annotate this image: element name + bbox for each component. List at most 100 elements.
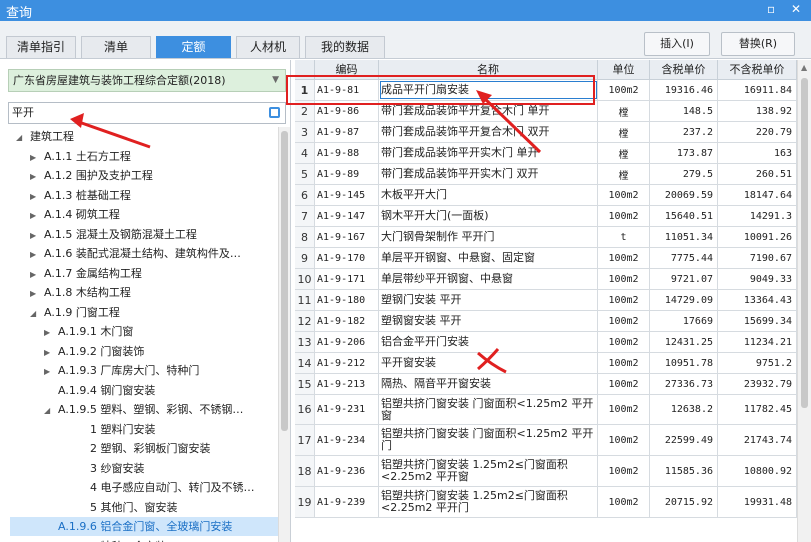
unit-cell[interactable]: 100m2 <box>598 206 650 226</box>
price-tax-cell[interactable]: 7775.44 <box>650 248 718 268</box>
header-price-notax[interactable]: 不含税单价 <box>718 60 797 80</box>
price-notax-cell[interactable]: 19931.48 <box>718 487 797 517</box>
name-cell[interactable]: 铝塑共挤门窗安装 门窗面积<1.25m2 平开门 <box>379 425 598 455</box>
unit-cell[interactable]: 樘 <box>598 164 650 184</box>
unit-cell[interactable]: t <box>598 227 650 247</box>
table-row[interactable]: 13 A1-9-206 铝合金平开门安装 100m2 12431.25 11234.21 <box>295 332 797 353</box>
quota-library-select[interactable]: 广东省房屋建筑与装饰工程综合定额(2018) ▼ <box>8 69 286 92</box>
code-cell[interactable]: A1-9-212 <box>315 353 379 373</box>
tree-node[interactable]: 3 纱窗安装 <box>76 459 145 478</box>
replace-button[interactable]: 替换(R) <box>721 32 795 56</box>
unit-cell[interactable]: 樘 <box>598 101 650 121</box>
code-cell[interactable]: A1-9-145 <box>315 185 379 205</box>
price-tax-cell[interactable]: 27336.73 <box>650 374 718 394</box>
tree-node[interactable]: ▶ A.1.9.2 门窗装饰 <box>44 342 144 361</box>
header-index[interactable] <box>295 60 315 80</box>
table-row[interactable]: 10 A1-9-171 单层带纱平开钢窗、中悬窗 100m2 9721.07 9049.3… <box>295 269 797 290</box>
price-tax-cell[interactable]: 22599.49 <box>650 425 718 455</box>
price-notax-cell[interactable]: 220.79 <box>718 122 797 142</box>
unit-cell[interactable]: 100m2 <box>598 80 650 100</box>
name-cell[interactable]: 单层带纱平开钢窗、中悬窗 <box>379 269 598 289</box>
price-tax-cell[interactable]: 17669 <box>650 311 718 331</box>
table-row[interactable]: 15 A1-9-213 隔热、隔音平开窗安装 100m2 27336.73 23932.7… <box>295 374 797 395</box>
tree-node[interactable]: ▶ A.1.6 装配式混凝土结构、建筑构件及… <box>30 244 241 263</box>
collapse-arrow-icon[interactable]: ◢ <box>30 304 44 323</box>
tree-node[interactable]: ▶A.1.9.7 特种五金安装 <box>44 537 166 542</box>
price-notax-cell[interactable]: 18147.64 <box>718 185 797 205</box>
code-cell[interactable]: A1-9-182 <box>315 311 379 331</box>
tab-quota[interactable]: 定额 <box>156 36 231 58</box>
name-cell[interactable]: 铝塑共挤门窗安装 门窗面积<1.25m2 平开窗 <box>379 395 598 424</box>
price-notax-cell[interactable]: 13364.43 <box>718 290 797 310</box>
unit-cell[interactable]: 100m2 <box>598 487 650 517</box>
table-row[interactable]: 4 A1-9-88 带门套成品装饰平开实木门 单开樘 173.87 163 <box>295 143 797 164</box>
row-index[interactable]: 8 <box>295 227 315 247</box>
tree-node[interactable]: 1 塑料门安装 <box>76 420 156 439</box>
table-row[interactable]: 12 A1-9-182 塑钢窗安装 平开 100m2 17669 15699.34 <box>295 311 797 332</box>
name-cell[interactable]: 成品平开门扇安装 <box>379 80 598 100</box>
name-cell[interactable]: 木板平开大门 <box>379 185 598 205</box>
price-tax-cell[interactable]: 9721.07 <box>650 269 718 289</box>
name-cell[interactable]: 平开窗安装 <box>379 353 598 373</box>
tree-node[interactable]: ▶ A.1.9.3 厂库房大门、特种门 <box>44 361 199 380</box>
price-notax-cell[interactable]: 9049.33 <box>718 269 797 289</box>
name-cell[interactable]: 钢木平开大门(一面板) <box>379 206 598 226</box>
row-index[interactable]: 12 <box>295 311 315 331</box>
expand-arrow-icon[interactable]: ▶ <box>44 362 58 381</box>
code-cell[interactable]: A1-9-236 <box>315 456 379 486</box>
tab-materials[interactable]: 人材机 <box>236 36 300 58</box>
code-cell[interactable]: A1-9-213 <box>315 374 379 394</box>
minimize-icon[interactable]: ▫ <box>767 2 775 16</box>
tree-node[interactable]: A.1.9.4 钢门窗安装 <box>44 381 155 400</box>
tree-node[interactable]: ▶ A.1.5 混凝土及钢筋混凝土工程 <box>30 225 197 244</box>
name-cell[interactable]: 隔热、隔音平开窗安装 <box>379 374 598 394</box>
table-row[interactable]: 1 A1-9-81 成品平开门扇安装 100m2 19316.46 16911.84 <box>295 80 797 101</box>
price-notax-cell[interactable]: 21743.74 <box>718 425 797 455</box>
code-cell[interactable]: A1-9-87 <box>315 122 379 142</box>
expand-arrow-icon[interactable]: ▶ <box>30 245 44 264</box>
price-tax-cell[interactable]: 20069.59 <box>650 185 718 205</box>
code-cell[interactable]: A1-9-231 <box>315 395 379 424</box>
table-scrollbar[interactable]: ▲ <box>797 60 811 542</box>
table-row[interactable]: 11 A1-9-180 塑钢门安装 平开 100m2 14729.09 13364.43 <box>295 290 797 311</box>
insert-button[interactable]: 插入(I) <box>644 32 710 56</box>
price-tax-cell[interactable]: 14729.09 <box>650 290 718 310</box>
row-index[interactable]: 13 <box>295 332 315 352</box>
table-row[interactable]: 19 A1-9-239 铝塑共挤门窗安装 1.25m2≤门窗面积<2.25m2 平开… <box>295 487 797 518</box>
unit-cell[interactable]: 100m2 <box>598 353 650 373</box>
tree-node[interactable]: ▶ A.1.4 砌筑工程 <box>30 205 120 224</box>
price-notax-cell[interactable]: 23932.79 <box>718 374 797 394</box>
price-tax-cell[interactable]: 19316.46 <box>650 80 718 100</box>
unit-cell[interactable]: 100m2 <box>598 311 650 331</box>
price-notax-cell[interactable]: 7190.67 <box>718 248 797 268</box>
unit-cell[interactable]: 100m2 <box>598 269 650 289</box>
expand-arrow-icon[interactable]: ▶ <box>30 226 44 245</box>
name-cell[interactable]: 铝合金平开门安装 <box>379 332 598 352</box>
unit-cell[interactable]: 樘 <box>598 122 650 142</box>
code-cell[interactable]: A1-9-234 <box>315 425 379 455</box>
tree-node[interactable]: ▶ A.1.9.1 木门窗 <box>44 322 133 341</box>
expand-arrow-icon[interactable]: ▶ <box>44 538 58 542</box>
table-row[interactable]: 7 A1-9-147 钢木平开大门(一面板) 100m2 15640.51 14291.3 <box>295 206 797 227</box>
expand-arrow-icon[interactable]: ▶ <box>30 265 44 284</box>
name-cell[interactable]: 大门钢骨架制作 平开门 <box>379 227 598 247</box>
search-options-icon[interactable] <box>269 107 280 118</box>
tree-node[interactable]: 2 塑钢、彩钢板门窗安装 <box>76 439 211 458</box>
price-tax-cell[interactable]: 12431.25 <box>650 332 718 352</box>
price-tax-cell[interactable]: 10951.78 <box>650 353 718 373</box>
table-row[interactable]: 2 A1-9-86 带门套成品装饰平开复合木门 单开樘 148.5 138.92 <box>295 101 797 122</box>
tab-bill[interactable]: 清单 <box>81 36 151 58</box>
tree-node[interactable]: A.1.9.6 铝合金门窗、全玻璃门安装 <box>10 517 278 536</box>
expand-arrow-icon[interactable]: ▶ <box>30 187 44 206</box>
unit-cell[interactable]: 100m2 <box>598 248 650 268</box>
tree-scroll-thumb[interactable] <box>281 131 288 431</box>
tree-node[interactable]: ◢ A.1.9 门窗工程 <box>30 303 120 322</box>
table-row[interactable]: 5 A1-9-89 带门套成品装饰平开实木门 双开樘 279.5 260.51 <box>295 164 797 185</box>
row-index[interactable]: 4 <box>295 143 315 163</box>
name-cell[interactable]: 带门套成品装饰平开复合木门 单开 <box>379 101 598 121</box>
price-notax-cell[interactable]: 10091.26 <box>718 227 797 247</box>
price-tax-cell[interactable]: 12638.2 <box>650 395 718 424</box>
price-notax-cell[interactable]: 138.92 <box>718 101 797 121</box>
price-tax-cell[interactable]: 279.5 <box>650 164 718 184</box>
unit-cell[interactable]: 100m2 <box>598 395 650 424</box>
